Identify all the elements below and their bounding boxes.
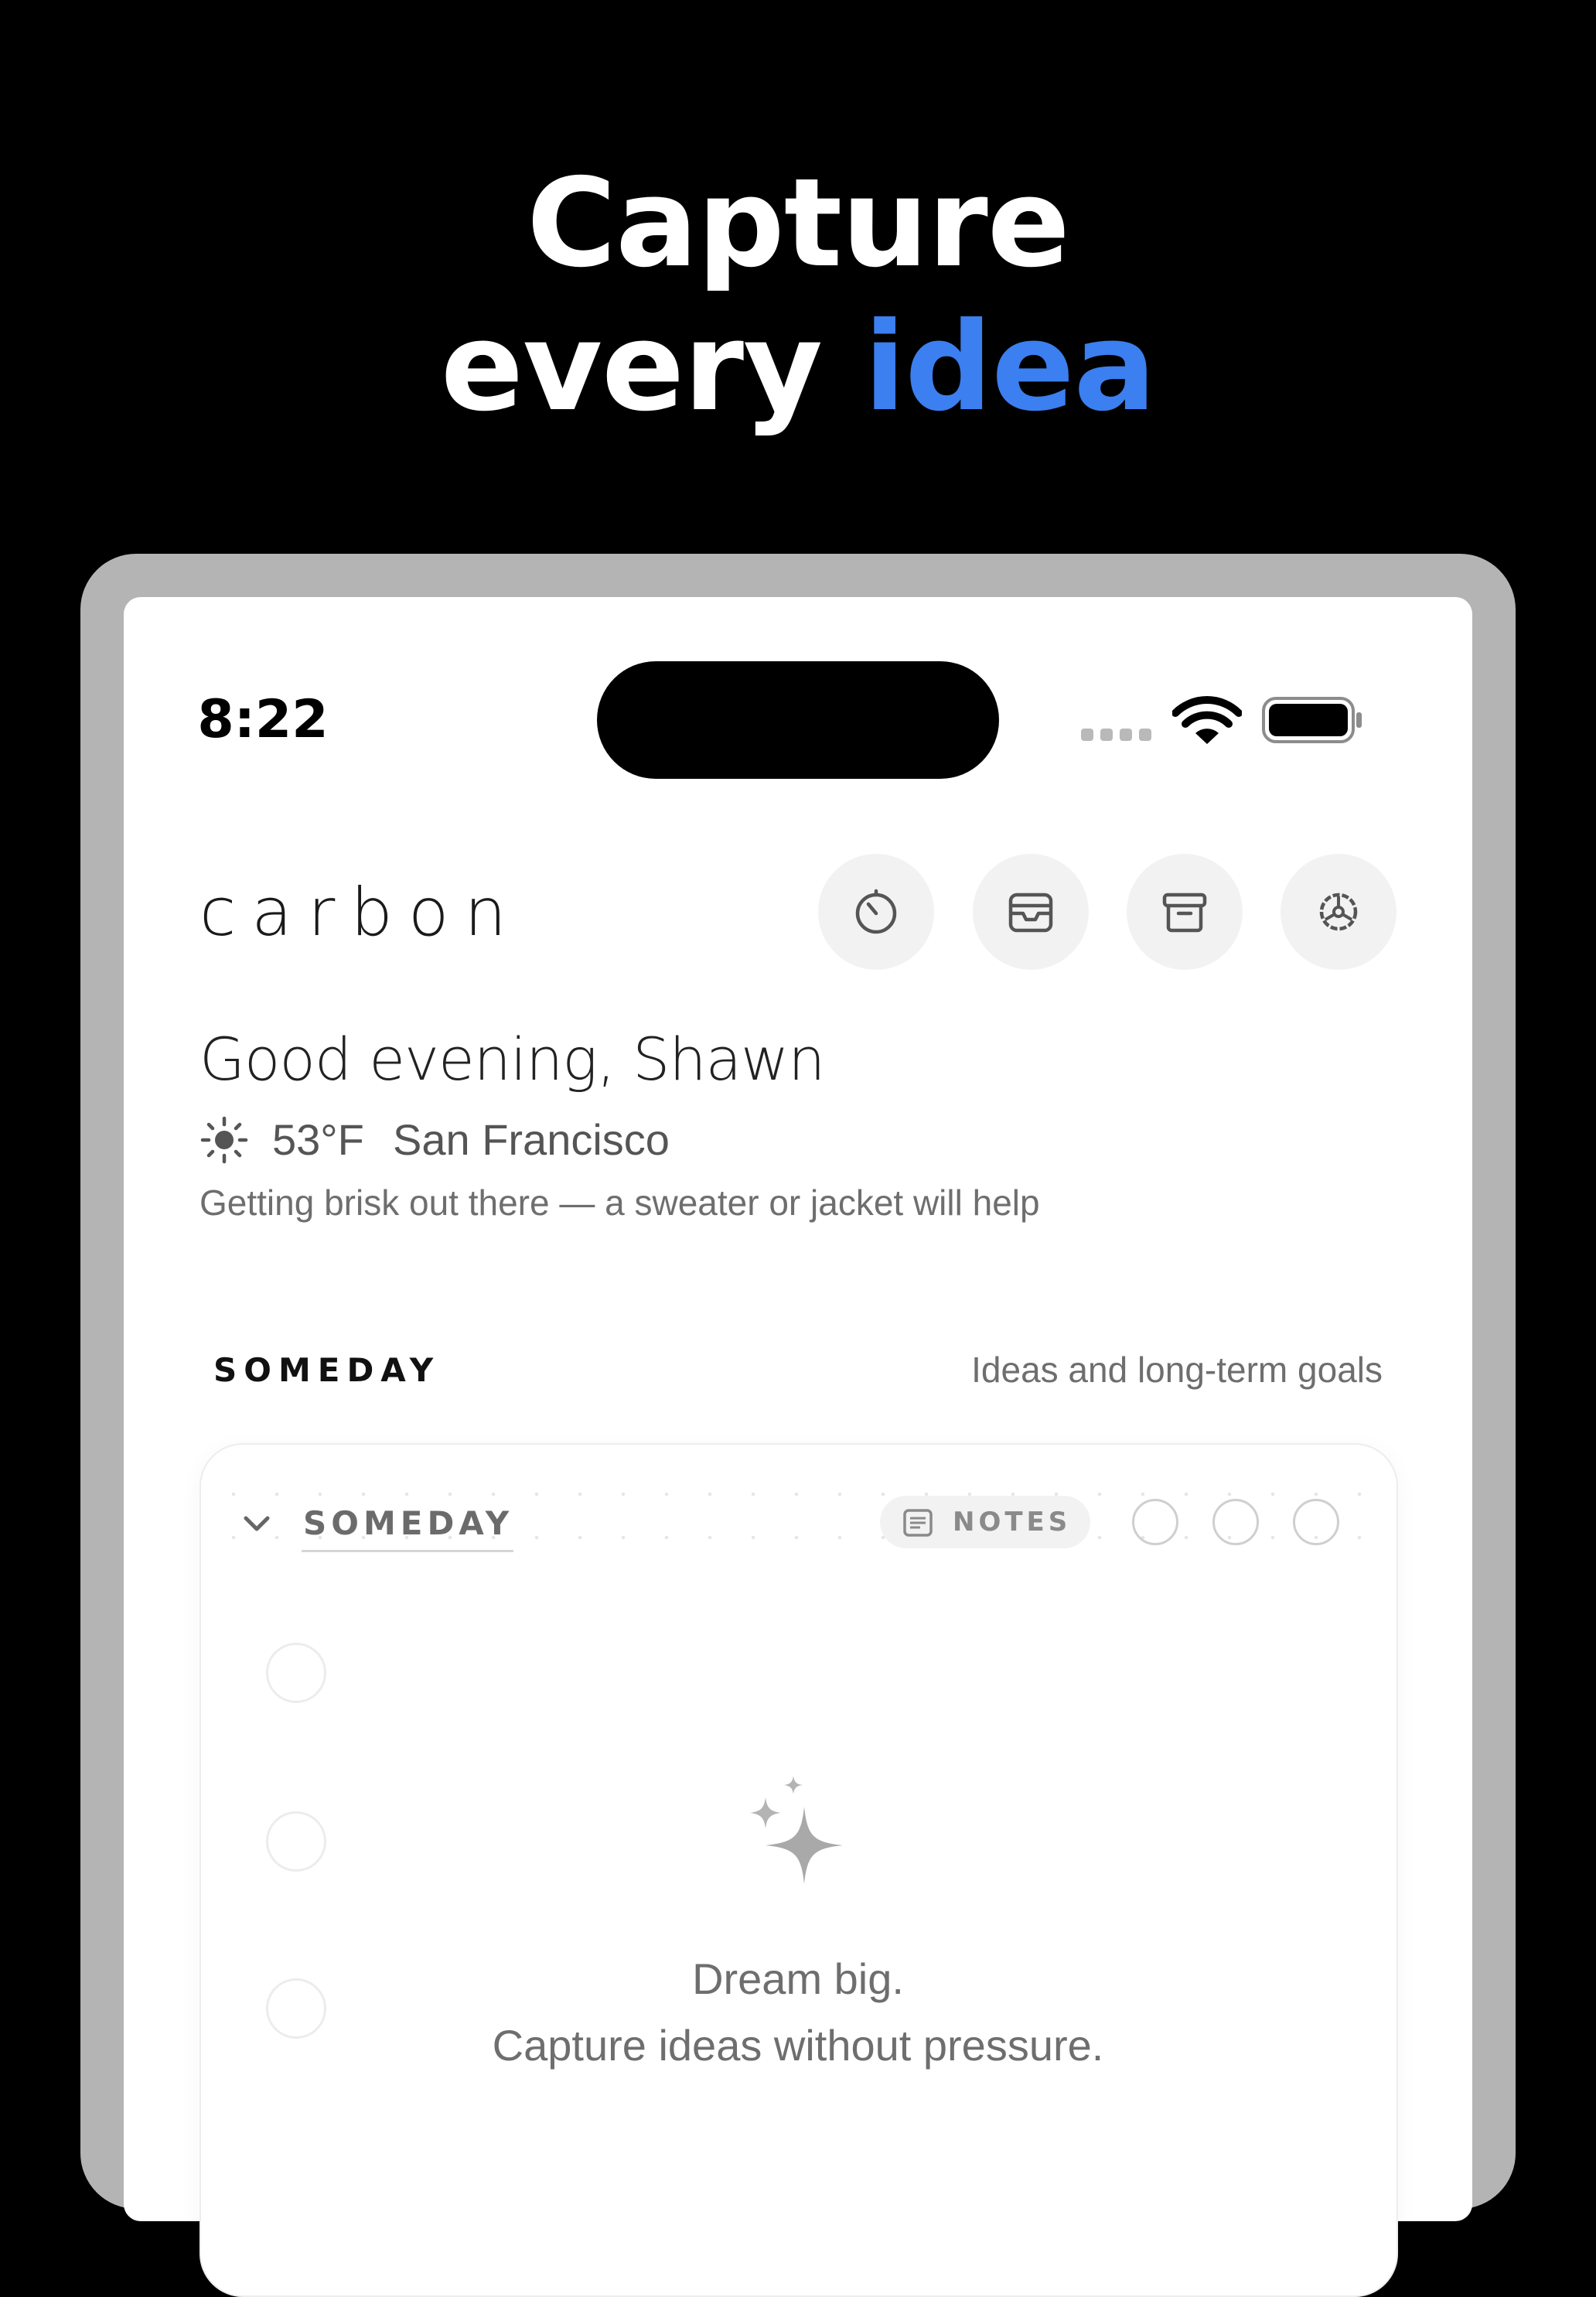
chevron-down-icon[interactable] (238, 1505, 275, 1542)
settings-button[interactable] (1281, 854, 1396, 970)
greeting-text: Good evening, Shawn (200, 1025, 825, 1094)
timer-button[interactable] (818, 854, 934, 970)
color-option-circle[interactable] (1132, 1499, 1178, 1545)
color-option-circle[interactable] (1293, 1499, 1339, 1545)
timer-icon (855, 889, 897, 934)
color-option-circle[interactable] (1212, 1499, 1259, 1545)
section-subtitle: Ideas and long-term goals (971, 1350, 1383, 1390)
card-title-someday[interactable]: SOMEDAY (303, 1503, 513, 1544)
weather-tip: Getting brisk out there — a sweater or j… (200, 1183, 1040, 1223)
sun-icon (200, 1116, 248, 1164)
dynamic-island (597, 661, 999, 779)
headline-line-2: every idea (0, 295, 1596, 439)
wifi-icon (1172, 696, 1242, 744)
weather-temperature: 53°F (272, 1115, 364, 1164)
inbox-icon (1008, 893, 1053, 933)
empty-state-subtitle: Capture ideas without pressure. (492, 2021, 1104, 2070)
inbox-button[interactable] (973, 854, 1089, 970)
marketing-headline: Capture every idea (0, 152, 1596, 439)
battery-icon (1262, 697, 1362, 743)
headline-word-every: every (440, 296, 823, 439)
sparkle-icon (750, 1776, 843, 1884)
task-checkbox[interactable] (266, 1811, 326, 1872)
weather-city: San Francisco (393, 1115, 670, 1164)
task-checkbox[interactable] (266, 1643, 326, 1703)
headline-line-1: Capture (527, 152, 1070, 295)
notes-icon (903, 1509, 933, 1537)
card-title-underline (302, 1550, 513, 1552)
notes-label: NOTES (953, 1507, 1072, 1538)
app-brand-wordmark: carbon (200, 874, 523, 951)
settings-icon (1319, 893, 1358, 931)
status-time: 8:22 (197, 689, 329, 750)
cellular-signal-icon (1081, 729, 1152, 741)
section-title-someday: SOMEDAY (213, 1351, 441, 1389)
archive-button[interactable] (1127, 854, 1243, 970)
archive-icon (1162, 893, 1207, 933)
headline-accent-word: idea (864, 296, 1156, 439)
empty-state-title: Dream big. (692, 1954, 904, 2003)
